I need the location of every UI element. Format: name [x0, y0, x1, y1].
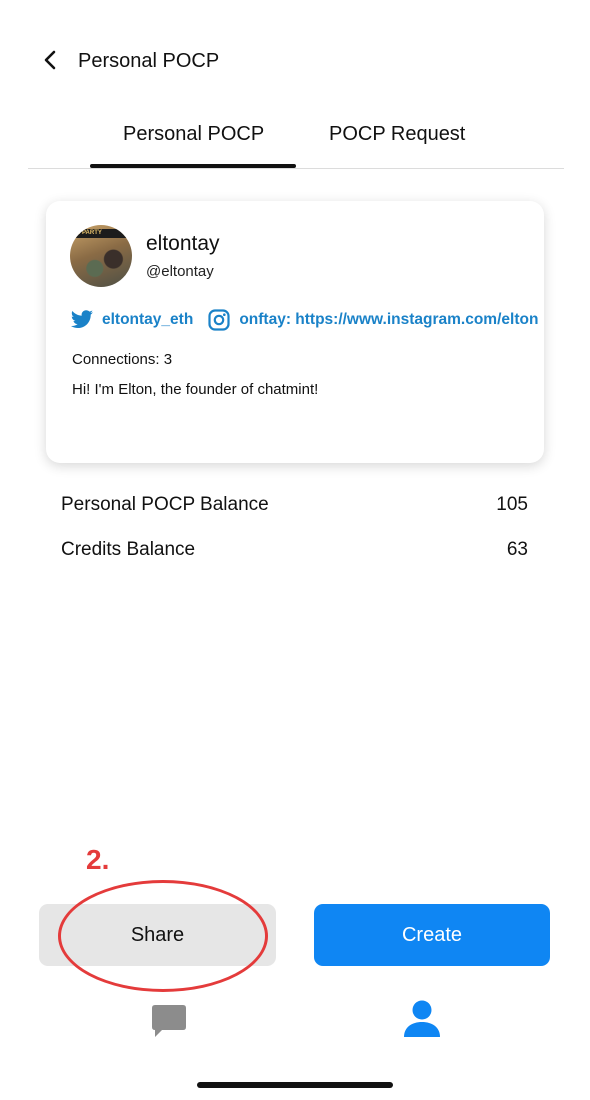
create-button-label: Create [401, 923, 463, 946]
credits-balance-label: Credits Balance [61, 539, 196, 560]
user-handle: @eltontay [146, 263, 214, 280]
active-tab-indicator [90, 164, 296, 168]
social-links: eltontay_eth onftay: https://www.instagr… [70, 309, 538, 331]
instagram-link[interactable]: onftay: https://www.instagram.com/elton [239, 311, 538, 329]
nav-profile[interactable] [397, 998, 447, 1044]
user-bio: Hi! I'm Elton, the founder of chatmint! [72, 381, 319, 398]
tabs-divider [28, 168, 564, 169]
chat-bubble-icon [150, 1003, 188, 1044]
avatar[interactable]: N PARTY [70, 225, 132, 287]
personal-pocp-balance-value: 105 [496, 494, 528, 515]
tab-pocp-request[interactable]: POCP Request [329, 123, 465, 146]
twitter-bird-icon [70, 309, 94, 331]
chevron-left-icon [42, 50, 58, 75]
share-button[interactable]: Share [39, 904, 276, 966]
back-button[interactable] [36, 48, 64, 76]
credits-balance-value: 63 [506, 539, 528, 560]
display-name: eltontay [146, 232, 220, 255]
create-button[interactable]: Create [314, 904, 550, 966]
nav-chat[interactable] [144, 1000, 194, 1046]
tab-personal-pocp[interactable]: Personal POCP [123, 123, 264, 146]
personal-pocp-balance-label: Personal POCP Balance [61, 494, 269, 515]
annotation-step-number: 2. [86, 844, 110, 875]
share-button-label: Share [130, 923, 185, 946]
home-indicator [197, 1082, 393, 1088]
connections-count: Connections: 3 [72, 351, 173, 368]
profile-card: N PARTY eltontay @eltontay eltontay_eth … [46, 201, 544, 463]
twitter-link[interactable]: eltontay_eth [102, 311, 193, 329]
instagram-icon [207, 309, 231, 331]
profile-icon [401, 999, 443, 1044]
page-title: Personal POCP [78, 50, 220, 72]
